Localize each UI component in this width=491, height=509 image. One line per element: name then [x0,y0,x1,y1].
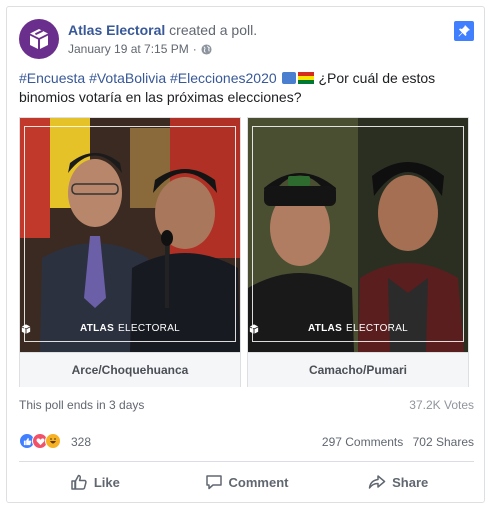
share-label: Share [392,474,429,490]
poll-option-1[interactable]: ATLAS ELECTORAL Arce/Choquehuanca [19,117,241,387]
watermark-rest: ELECTORAL [346,323,409,334]
comment-button[interactable]: Comment [171,469,323,495]
comment-icon [205,475,222,490]
photo-frame [252,126,464,342]
post-timestamp[interactable]: January 19 at 7:15 PM [68,42,189,56]
post-card: Atlas Electoral created a poll. January … [6,6,485,503]
reactions-summary: 328 297 Comments 702 Shares [19,433,474,453]
thumbs-up-icon [71,474,87,490]
hashtag-link[interactable]: #Elecciones2020 [170,70,277,86]
watermark-brand: ATLAS [307,323,343,334]
post-title-line: Atlas Electoral created a poll. [68,22,257,38]
meta-separator: · [192,42,197,56]
reaction-icons[interactable] [19,433,61,449]
hashtag-link[interactable]: #VotaBolivia [89,70,166,86]
post-meta: January 19 at 7:15 PM · [68,42,212,56]
globe-icon [201,43,212,55]
post-message: #Encuesta #VotaBolivia #Elecciones2020 ¿… [19,69,474,107]
photo-frame [24,126,236,342]
poll-footer: This poll ends in 3 days 37.2K Votes [19,398,474,412]
page-name-link[interactable]: Atlas Electoral [68,22,165,38]
poll-option-label[interactable]: Camacho/Pumari [248,352,468,387]
poll-option-photo: ATLAS ELECTORAL [20,118,240,352]
post-action-text: created a poll. [169,22,258,38]
hashtag-link[interactable]: #Encuesta [19,70,85,86]
page-avatar[interactable] [19,19,59,59]
ballot-box-logo-icon [249,324,259,334]
share-button[interactable]: Share [322,469,474,495]
divider [19,461,474,462]
post-header: Atlas Electoral created a poll. January … [19,19,474,59]
like-button[interactable]: Like [19,469,171,495]
watermark: ATLAS ELECTORAL [20,323,240,334]
poll-option-photo: ATLAS ELECTORAL [248,118,468,352]
watermark: ATLAS ELECTORAL [248,323,468,334]
poll-option-label[interactable]: Arce/Choquehuanca [20,352,240,387]
ballot-box-logo-icon [30,29,48,49]
watermark-brand: ATLAS [79,323,115,334]
comments-shares: 297 Comments 702 Shares [316,435,474,449]
pin-icon [458,25,470,37]
poll-end-text: This poll ends in 3 days [19,398,145,412]
comment-label: Comment [228,474,289,490]
vote-count[interactable]: 37.2K Votes [409,398,474,412]
bolivia-flag-emoji-icon [297,72,314,84]
share-icon [368,475,386,489]
action-bar: Like Comment Share [19,469,474,495]
comments-count[interactable]: 297 Comments [322,435,403,449]
poll-option-2[interactable]: ATLAS ELECTORAL Camacho/Pumari [247,117,469,387]
reaction-count[interactable]: 328 [71,435,91,449]
pin-button[interactable] [454,21,474,41]
shares-count[interactable]: 702 Shares [413,435,474,449]
ballot-box-logo-icon [21,324,31,334]
haha-reaction-icon [45,433,61,449]
watermark-rest: ELECTORAL [118,323,181,334]
like-label: Like [93,474,120,490]
ballot-box-emoji-icon [281,72,296,84]
